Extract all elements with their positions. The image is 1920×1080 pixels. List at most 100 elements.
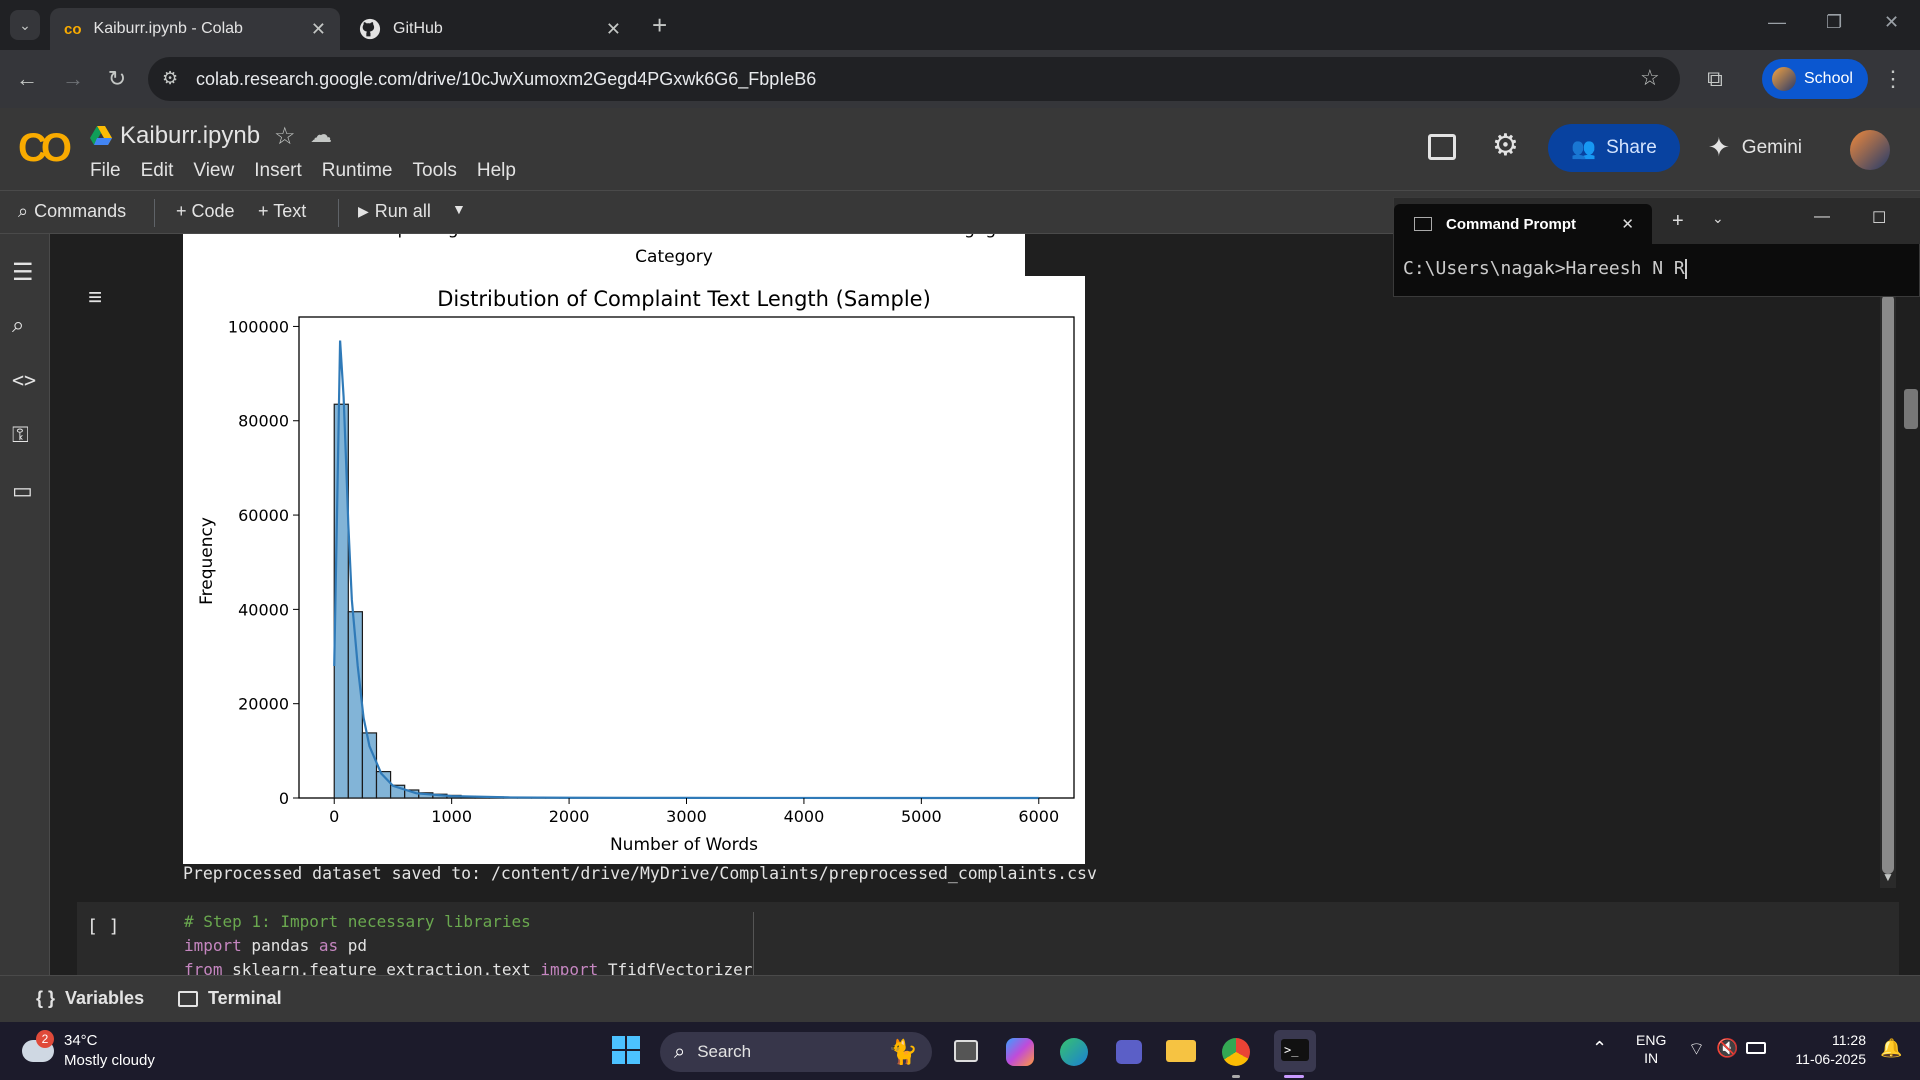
close-tab-icon[interactable]: ✕ <box>311 19 326 40</box>
language-indicator[interactable]: ENG IN <box>1636 1031 1666 1067</box>
terminal-dropdown-icon[interactable]: ⌄ <box>1712 210 1724 227</box>
edge-browser-icon[interactable] <box>1056 1034 1092 1070</box>
site-info-icon[interactable]: ⚙ <box>162 68 178 89</box>
plot-frame <box>298 316 1075 799</box>
divider <box>338 199 339 227</box>
plot-edge-shadow <box>1025 234 1085 276</box>
menu-insert[interactable]: Insert <box>254 160 302 182</box>
menu-edit[interactable]: Edit <box>141 160 174 182</box>
cmd-icon <box>1414 217 1432 231</box>
notification-bell-icon[interactable]: 🔔 <box>1880 1038 1902 1059</box>
files-folder-icon[interactable]: ▭ <box>12 478 38 504</box>
bookmark-star-icon[interactable]: ☆ <box>1640 65 1660 91</box>
tab-github[interactable]: GitHub ✕ <box>345 8 635 50</box>
commands-button[interactable]: ⌕ Commands <box>18 201 126 222</box>
people-icon: 👥 <box>1571 137 1597 160</box>
menu-help[interactable]: Help <box>477 160 516 182</box>
variables-label: Variables <box>65 988 145 1008</box>
table-of-contents-icon[interactable]: ☰ <box>12 258 38 286</box>
previous-plot-remainder: Credit Reporting Debt Collection Consumer … <box>319 234 1006 267</box>
notebook-title[interactable]: Kaiburr.ipynb <box>120 122 260 150</box>
wifi-icon[interactable]: ⌔ <box>1688 1038 1705 1061</box>
restore-window-icon[interactable]: ❐ <box>1826 12 1842 33</box>
star-icon[interactable]: ☆ <box>274 122 296 151</box>
scrollbar-thumb[interactable] <box>1882 294 1894 874</box>
terminal-button[interactable]: Terminal <box>178 988 282 1009</box>
volume-muted-icon[interactable]: 🔇 <box>1716 1038 1738 1059</box>
new-terminal-tab-icon[interactable]: + <box>1672 210 1684 233</box>
show-hidden-icons-icon[interactable]: ⌃ <box>1592 1038 1607 1059</box>
find-icon[interactable]: ⌕ <box>12 312 38 338</box>
clock[interactable]: 11:28 11-06-2025 <box>1784 1031 1866 1069</box>
profile-label: School <box>1804 70 1853 87</box>
back-icon[interactable]: ← <box>14 66 40 92</box>
scroll-down-arrow-icon[interactable]: ▼ <box>1882 870 1894 884</box>
address-bar[interactable]: ⚙ colab.research.google.com/drive/10cJwX… <box>148 57 1680 101</box>
forward-icon[interactable]: → <box>60 66 86 92</box>
extensions-icon[interactable]: ⧉ <box>1702 66 1728 92</box>
profile-button[interactable]: School <box>1762 59 1868 99</box>
terminal-tab-bar: Command Prompt ✕ + ⌄ — ☐ <box>1394 198 1920 244</box>
copilot-icon[interactable] <box>1002 1034 1038 1070</box>
new-tab-button[interactable]: + <box>652 10 667 41</box>
bottom-panel-bar: { } Variables Terminal <box>0 975 1920 1022</box>
code-cell[interactable]: [ ] # Step 1: Import necessary libraries… <box>77 902 1899 975</box>
browser-menu-icon[interactable]: ⋮ <box>1880 66 1906 92</box>
menu-tools[interactable]: Tools <box>413 160 457 182</box>
menu-file[interactable]: File <box>90 160 121 182</box>
x-tick-label: 5000 <box>901 807 942 826</box>
tab-list-dropdown[interactable]: ⌄ <box>10 10 40 40</box>
reload-icon[interactable]: ↻ <box>104 66 130 92</box>
play-icon: ▶ <box>358 203 369 219</box>
start-windows-icon[interactable] <box>610 1034 646 1070</box>
terminal-app-icon[interactable]: >_ <box>1274 1030 1316 1072</box>
command-prompt-window[interactable]: Command Prompt ✕ + ⌄ — ☐ C:\Users\nagak>… <box>1393 197 1920 297</box>
run-all-dropdown-icon[interactable]: ▼ <box>452 201 466 217</box>
file-explorer-icon[interactable] <box>1164 1034 1200 1070</box>
task-view-icon[interactable] <box>948 1034 984 1070</box>
comments-icon[interactable] <box>1428 134 1456 160</box>
chart-title: Distribution of Complaint Text Length (S… <box>437 287 931 311</box>
add-text-button[interactable]: + Text <box>258 201 306 222</box>
share-button[interactable]: 👥 Share <box>1548 124 1680 172</box>
y-axis-label: Frequency <box>197 517 217 605</box>
braces-icon: { } <box>36 988 56 1008</box>
terminal-prompt-line[interactable]: C:\Users\nagak>Hareesh N R <box>1403 258 1687 279</box>
account-avatar[interactable] <box>1850 130 1890 170</box>
colab-favicon-icon: co <box>64 20 82 38</box>
run-all-button[interactable]: ▶ Run all <box>358 201 431 222</box>
settings-gear-icon[interactable]: ⚙ <box>1492 128 1519 163</box>
share-label: Share <box>1606 137 1657 158</box>
menu-runtime[interactable]: Runtime <box>322 160 393 182</box>
terminal-minimize-icon[interactable]: — <box>1814 208 1830 226</box>
region-code: IN <box>1644 1050 1659 1066</box>
terminal-maximize-icon[interactable]: ☐ <box>1872 208 1886 228</box>
taskbar-search-box[interactable]: ⌕ Search 🐈 <box>660 1032 932 1072</box>
tab-colab[interactable]: co Kaiburr.ipynb - Colab ✕ <box>50 8 340 50</box>
terminal-tab[interactable]: Command Prompt ✕ <box>1394 204 1652 244</box>
colab-logo-icon[interactable]: CO <box>18 126 72 171</box>
clock-date: 11-06-2025 <box>1795 1051 1866 1067</box>
output-actions-icon[interactable]: ≡ <box>88 284 102 312</box>
menu-view[interactable]: View <box>193 160 234 182</box>
cell-run-bracket[interactable]: [ ] <box>87 916 120 937</box>
add-code-button[interactable]: + Code <box>176 201 235 222</box>
close-window-icon[interactable]: ✕ <box>1884 12 1899 33</box>
secrets-key-icon[interactable]: ⚿ <box>12 422 38 448</box>
gemini-button[interactable]: ✦ Gemini <box>1708 132 1802 163</box>
close-tab-icon[interactable]: ✕ <box>606 19 621 40</box>
minimize-window-icon[interactable]: — <box>1768 12 1786 33</box>
weather-widget[interactable]: 2 34°C Mostly cloudy <box>22 1030 172 1074</box>
teams-icon[interactable] <box>1110 1034 1146 1070</box>
battery-icon[interactable] <box>1746 1042 1766 1054</box>
github-icon <box>359 18 381 40</box>
prev-tick-label: Consumer Loan <box>690 234 823 239</box>
histogram-chart: Credit Reporting Debt Collection Consumer … <box>197 234 1075 855</box>
chrome-icon[interactable] <box>1218 1034 1254 1070</box>
variables-button[interactable]: { } Variables <box>36 988 144 1009</box>
y-tick-label: 0 <box>279 789 289 808</box>
code-snippets-icon[interactable]: <> <box>12 368 38 394</box>
running-indicator <box>1232 1075 1240 1078</box>
close-tab-icon[interactable]: ✕ <box>1621 215 1634 233</box>
page-scrollbar-thumb[interactable] <box>1904 389 1918 429</box>
